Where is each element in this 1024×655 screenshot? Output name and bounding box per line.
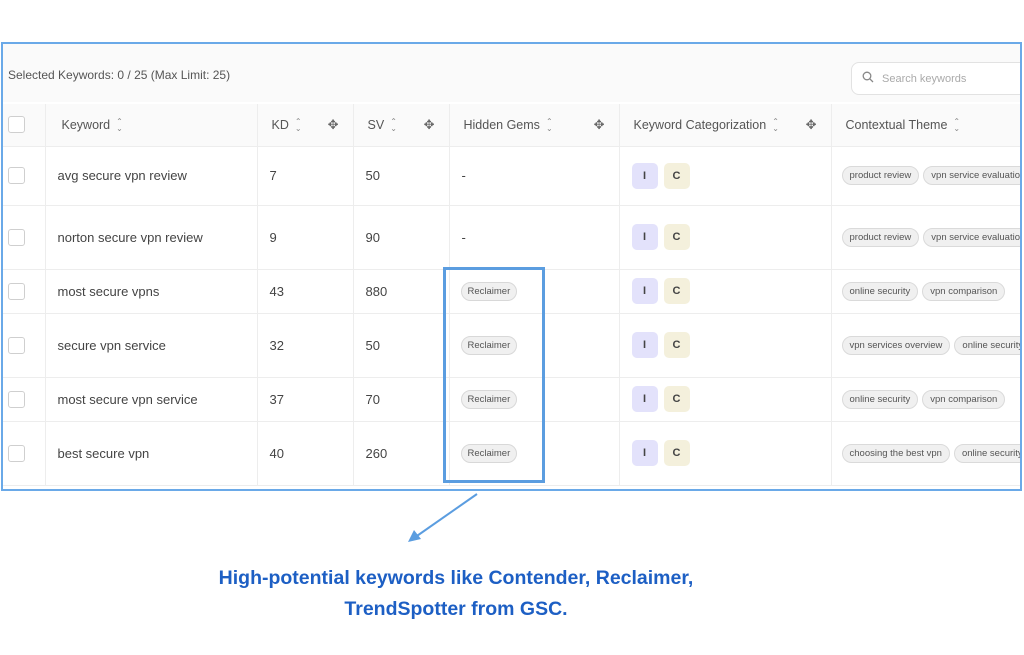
callout-arrow (408, 493, 478, 542)
caption-line-1: High-potential keywords like Contender, … (218, 567, 694, 589)
annotation-caption: High-potential keywords like Contender, … (0, 563, 912, 625)
caption-line-2: TrendSpotter from GSC. (344, 598, 568, 620)
